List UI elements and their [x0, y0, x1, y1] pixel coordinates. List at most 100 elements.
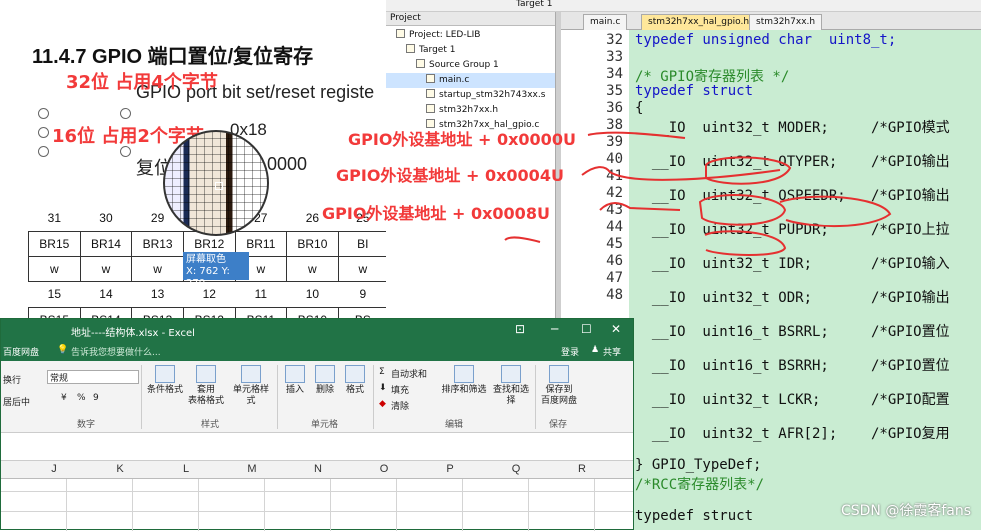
find-select-button[interactable]: 查找和选择	[489, 365, 533, 407]
code-line[interactable]: typedef struct	[635, 508, 753, 524]
format-button[interactable]: 格式	[341, 365, 369, 396]
code-line[interactable]: __IO uint32_t ODR; /*GPIO输出	[635, 287, 950, 307]
bit-name: BI	[337, 230, 388, 257]
line-number: 35	[606, 83, 623, 99]
code-editor[interactable]: typedef unsigned char uint8_t;/* GPIO寄存器…	[629, 30, 981, 530]
bit-number: 14	[99, 287, 113, 301]
percent-button[interactable]: %	[77, 393, 86, 403]
resize-handle[interactable]	[120, 108, 131, 119]
ide-toolbar: Target 1	[386, 0, 981, 12]
tab-hal-gpio-h[interactable]: stm32h7xx_hal_gpio.h	[641, 14, 757, 30]
insert-button[interactable]: 插入	[281, 365, 309, 396]
formula-bar[interactable]	[1, 433, 633, 461]
save-baidu-button[interactable]: 保存到 百度网盘	[539, 365, 579, 407]
conditional-format-button[interactable]: 条件格式	[145, 365, 185, 396]
bit-name: BR13	[131, 230, 184, 257]
column-header[interactable]: P	[417, 463, 483, 475]
number-format-select[interactable]: 常规	[47, 370, 139, 384]
bit-number: 13	[150, 287, 165, 301]
code-line[interactable]: typedef unsigned char uint8_t;	[635, 32, 896, 48]
column-header[interactable]: O	[351, 463, 417, 475]
project-tree-label: main.c	[439, 75, 470, 85]
bit-number: 9	[359, 287, 367, 301]
menu-baidu[interactable]: 百度网盘	[3, 345, 39, 358]
code-line[interactable]: __IO uint16_t BSRRL; /*GPIO置位	[635, 321, 950, 341]
fill-button[interactable]: 填充	[391, 383, 409, 396]
column-header[interactable]: N	[285, 463, 351, 475]
tell-me-input[interactable]: 告诉我您想要做什么...	[71, 345, 161, 358]
conditional-format-icon	[155, 365, 175, 383]
screen-magnifier	[163, 130, 269, 236]
delete-button[interactable]: 删除	[311, 365, 339, 396]
baidu-cloud-icon	[549, 365, 569, 383]
excel-title: 地址----结构体.xlsx - Excel	[71, 328, 195, 339]
format-as-table-button[interactable]: 套用 表格格式	[185, 365, 227, 407]
minimize-button[interactable]: ─	[551, 322, 558, 336]
project-tree-item[interactable]: main.c	[386, 73, 555, 88]
clear-button[interactable]: 清除	[391, 399, 409, 412]
merge-center-button[interactable]: 居后中	[3, 395, 30, 408]
insert-cells-icon	[285, 365, 305, 383]
group-styles: 样式	[201, 420, 220, 430]
editor-tabs: main.c stm32h7xx_hal_gpio.h stm32h7xx.h	[561, 12, 981, 30]
bit-number: 10	[305, 287, 320, 301]
excel-window: 地址----结构体.xlsx - Excel ⊡ ─ ☐ ✕ 百度网盘 💡 告诉…	[0, 318, 634, 531]
line-number: 48	[606, 287, 623, 303]
project-tree-item[interactable]: Source Group 1	[386, 58, 555, 73]
tab-main-c[interactable]: main.c	[583, 14, 628, 30]
watermark: CSDN @徐霞客fans	[840, 503, 971, 519]
code-line[interactable]: __IO uint16_t BSRRH; /*GPIO置位	[635, 355, 950, 375]
resize-handle[interactable]	[38, 127, 49, 138]
fill-icon[interactable]: ⬇	[379, 383, 387, 393]
sort-filter-button[interactable]: 排序和筛选	[439, 365, 489, 396]
autosum-icon[interactable]: Σ	[379, 367, 385, 377]
column-header[interactable]: K	[87, 463, 153, 475]
code-line[interactable]: } GPIO_TypeDef;	[635, 457, 761, 473]
project-tree-item[interactable]: Project: LED-LIB	[386, 28, 555, 43]
column-header[interactable]: M	[219, 463, 285, 475]
bit-access: w	[79, 255, 133, 282]
magnifier-icon	[501, 365, 521, 383]
group-save: 保存	[549, 420, 568, 430]
project-tree-item[interactable]: startup_stm32h743xx.s	[386, 88, 555, 103]
file-icon	[426, 74, 435, 83]
bit-access: w	[131, 255, 184, 282]
autosum-button[interactable]: 自动求和	[391, 367, 427, 380]
code-line[interactable]: __IO uint32_t LCKR; /*GPIO配置	[635, 389, 950, 409]
column-header[interactable]: L	[153, 463, 219, 475]
ribbon-options-icon[interactable]: ⊡	[515, 322, 525, 336]
sheet-grid[interactable]	[1, 479, 633, 531]
code-line[interactable]: typedef struct	[635, 83, 753, 99]
column-header[interactable]: R	[549, 463, 615, 475]
resize-handle[interactable]	[38, 108, 49, 119]
close-button[interactable]: ✕	[611, 322, 621, 336]
code-line[interactable]: __IO uint32_t AFR[2]; /*GPIO复用	[635, 423, 950, 443]
line-number: 47	[606, 270, 623, 286]
table-icon	[196, 365, 216, 383]
target-select[interactable]: Target 1	[516, 0, 552, 9]
sort-filter-icon	[454, 365, 474, 383]
ribbon: 换行 居后中 常规 ¥ % 9 数字 条件格式 套用 表格格式 单元格样式 样式…	[1, 361, 633, 433]
project-tree-label: startup_stm32h743xx.s	[439, 90, 546, 100]
cell-styles-button[interactable]: 单元格样式	[229, 365, 273, 407]
file-icon	[396, 29, 405, 38]
project-tree-item[interactable]: Target 1	[386, 43, 555, 58]
line-number: 34	[606, 66, 623, 82]
excel-menubar: 百度网盘 💡 告诉我您想要做什么... 登录 ♟ 共享	[1, 341, 633, 361]
login-link[interactable]: 登录	[561, 345, 579, 358]
clear-icon[interactable]: ◆	[379, 399, 386, 409]
column-header[interactable]: Q	[483, 463, 549, 475]
column-header[interactable]: J	[21, 463, 87, 475]
wrap-text-button[interactable]: 换行	[3, 373, 21, 386]
resize-handle[interactable]	[120, 146, 131, 157]
bit-name: BR15	[28, 230, 81, 257]
share-button[interactable]: 共享	[603, 345, 621, 358]
tab-stm32h7xx-h[interactable]: stm32h7xx.h	[749, 14, 823, 30]
resize-handle[interactable]	[38, 146, 49, 157]
currency-icon[interactable]: ¥	[61, 393, 67, 403]
maximize-button[interactable]: ☐	[581, 322, 592, 336]
excel-titlebar: 地址----结构体.xlsx - Excel ⊡ ─ ☐ ✕	[1, 319, 633, 341]
code-line[interactable]: /*RCC寄存器列表*/	[635, 474, 764, 494]
file-icon	[426, 89, 435, 98]
comma-button[interactable]: 9	[93, 393, 99, 403]
